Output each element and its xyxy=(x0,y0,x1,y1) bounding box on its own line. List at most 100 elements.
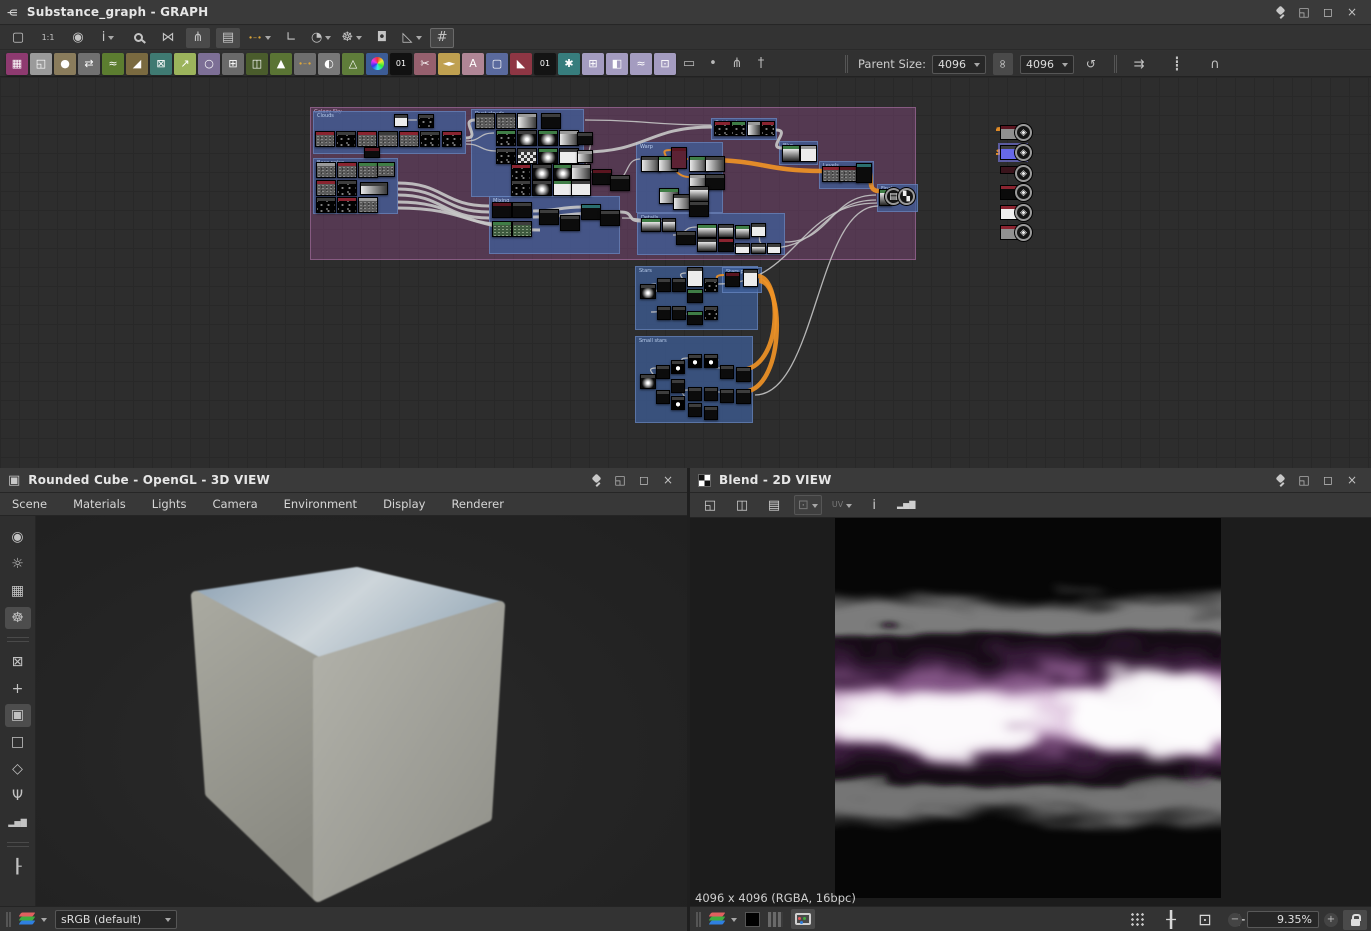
float-icon[interactable]: ◱ xyxy=(1293,3,1315,21)
pin-node-icon[interactable]: † xyxy=(750,53,772,75)
graph-node[interactable] xyxy=(640,374,656,389)
drag-handle[interactable] xyxy=(696,912,701,927)
maximize-icon[interactable]: ◻ xyxy=(1317,471,1339,489)
zoom-out-button[interactable]: − xyxy=(1228,913,1242,927)
graph-node[interactable] xyxy=(705,156,725,172)
graph-node[interactable] xyxy=(704,406,718,420)
graph-node[interactable] xyxy=(718,238,734,252)
text-node-icon[interactable]: A xyxy=(462,53,484,75)
directional-blur-node-icon[interactable]: ◢ xyxy=(126,53,148,75)
camera-tool-icon[interactable]: ◉ xyxy=(5,526,31,549)
blur-node-icon[interactable]: ● xyxy=(54,53,76,75)
shape-node-icon[interactable]: ○ xyxy=(198,53,220,75)
graph-node[interactable] xyxy=(751,223,766,237)
output-cube-badge[interactable]: ◈ xyxy=(1015,224,1032,241)
compute-time-icon[interactable]: ◔ xyxy=(309,28,333,48)
fx-square-node-icon[interactable]: ⊡ xyxy=(654,53,676,75)
output-cube-badge[interactable]: ◈ xyxy=(1015,184,1032,201)
value-01-node-icon[interactable]: 01 xyxy=(534,53,556,75)
menu-lights[interactable]: Lights xyxy=(152,497,187,511)
graph-node[interactable] xyxy=(718,224,734,238)
layers-view-icon[interactable]: ▤ xyxy=(216,28,240,48)
display-gamma-icon[interactable] xyxy=(791,909,815,929)
float-icon[interactable]: ◱ xyxy=(1293,471,1315,489)
fx-curve-node-icon[interactable]: ≈ xyxy=(630,53,652,75)
graph-node[interactable] xyxy=(538,130,558,146)
graph-node[interactable] xyxy=(656,390,670,404)
graph-node[interactable] xyxy=(687,267,703,287)
menu-display[interactable]: Display xyxy=(383,497,425,511)
flood-fill-node-icon[interactable]: ◣ xyxy=(510,53,532,75)
graph-node[interactable] xyxy=(656,365,670,379)
graph-node[interactable] xyxy=(316,180,336,196)
geometry-turbine-icon[interactable]: Ψ xyxy=(5,785,31,808)
graph-node[interactable] xyxy=(553,164,573,180)
subgraph-icon[interactable]: ⋔ xyxy=(726,53,748,75)
maximize-icon[interactable]: ◻ xyxy=(633,471,655,489)
graph-node[interactable] xyxy=(697,224,717,238)
search-icon[interactable] xyxy=(126,28,150,48)
graph-node[interactable] xyxy=(704,278,718,292)
graph-node[interactable] xyxy=(610,175,630,191)
distribute-icon[interactable]: ┋ xyxy=(1165,54,1189,74)
preview-icon[interactable]: ◘ xyxy=(370,28,394,48)
channels-layers-icon[interactable] xyxy=(709,912,737,926)
graph-node[interactable] xyxy=(689,201,709,217)
dot-node-icon[interactable]: • xyxy=(702,53,724,75)
graph-panel-header[interactable]: ⋔ Substance_graph - GRAPH ◱ ◻ × xyxy=(0,0,1371,25)
graph-node[interactable] xyxy=(560,215,580,231)
output-cube-badge[interactable]: ◈ xyxy=(1015,124,1032,141)
graph-node[interactable] xyxy=(539,209,559,225)
graph-node[interactable] xyxy=(364,147,380,158)
gradient-map-node-icon[interactable]: ▲ xyxy=(270,53,292,75)
close-icon[interactable]: × xyxy=(1341,471,1363,489)
graph-node[interactable] xyxy=(496,113,516,129)
graph-node[interactable] xyxy=(751,243,766,254)
graph-node[interactable] xyxy=(532,164,552,180)
graph-node[interactable] xyxy=(688,354,702,368)
channel-shuffle-node-icon[interactable]: ⇄ xyxy=(78,53,100,75)
graph-node[interactable] xyxy=(657,306,671,320)
pin-icon[interactable] xyxy=(1269,3,1291,21)
float-icon[interactable]: ◱ xyxy=(609,471,631,489)
node-preview-badge[interactable]: ▚ xyxy=(898,188,915,205)
environment-tool-icon[interactable]: ▦ xyxy=(5,580,31,603)
graph-node[interactable] xyxy=(736,389,751,404)
graph-node[interactable] xyxy=(571,180,591,196)
geometry-plane-icon[interactable]: ⊠ xyxy=(5,650,31,673)
gradient-node-icon[interactable]: ◐ xyxy=(318,53,340,75)
menu-camera[interactable]: Camera xyxy=(212,497,257,511)
graph-canvas[interactable]: Galaxy SkyCloudsBase noiseDust cloudsMix… xyxy=(0,77,1371,468)
menu-renderer[interactable]: Renderer xyxy=(451,497,504,511)
graph-node[interactable] xyxy=(358,162,378,178)
graph-node[interactable] xyxy=(337,162,357,178)
colorspace-select[interactable]: sRGB (default) xyxy=(55,910,177,929)
graph-node[interactable] xyxy=(517,113,537,129)
graph-node[interactable] xyxy=(511,164,531,180)
graph-node[interactable] xyxy=(782,145,800,162)
background-pattern-icon[interactable] xyxy=(768,912,783,927)
paste-image-icon[interactable]: ▤ xyxy=(762,495,786,515)
graph-node[interactable] xyxy=(662,218,676,232)
geometry-cube-icon[interactable]: □ xyxy=(5,731,31,754)
graph-node[interactable] xyxy=(360,182,388,195)
graph-node[interactable] xyxy=(316,197,336,213)
link-size-icon[interactable]: ∞ xyxy=(993,53,1013,75)
view3d-viewport[interactable] xyxy=(0,516,687,906)
graph-node[interactable] xyxy=(511,180,531,196)
graph-node[interactable] xyxy=(657,278,671,292)
graph-node[interactable] xyxy=(720,365,734,379)
comment-icon[interactable]: ▭ xyxy=(678,53,700,75)
graph-node[interactable] xyxy=(641,218,661,232)
graph-node[interactable] xyxy=(517,130,537,146)
graph-node[interactable] xyxy=(399,131,419,147)
graph-node[interactable] xyxy=(336,131,356,147)
graph-node[interactable] xyxy=(704,387,718,401)
fx-quadrant-node-icon[interactable]: ⊞ xyxy=(582,53,604,75)
view2d-canvas[interactable]: 4096 x 4096 (RGBA, 16bpc) xyxy=(690,518,1371,906)
graph-node[interactable] xyxy=(856,163,872,183)
drag-handle[interactable] xyxy=(6,912,11,927)
graph-node[interactable] xyxy=(671,396,685,410)
tiling-grid-icon[interactable] xyxy=(1125,909,1149,929)
graph-node[interactable] xyxy=(316,162,336,178)
